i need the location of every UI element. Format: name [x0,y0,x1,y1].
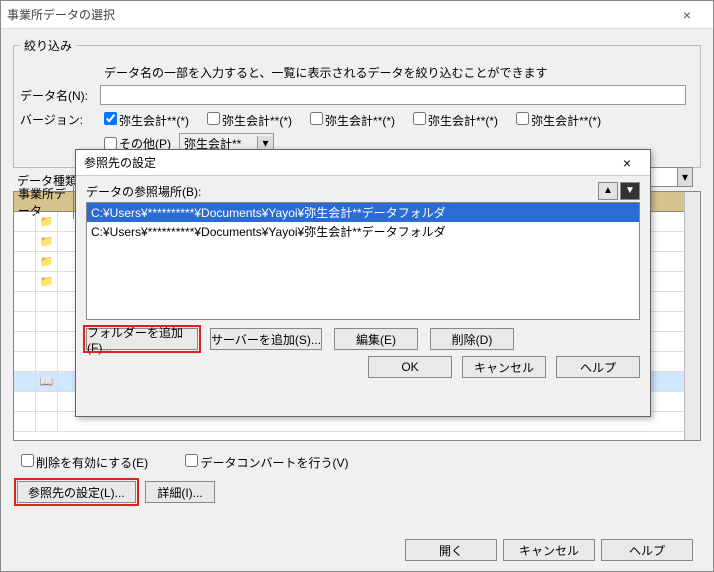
close-icon[interactable]: × [667,7,707,23]
folder-icon: 📁 [36,272,58,291]
folder-icon: 📁 [36,252,58,271]
move-up-button[interactable]: ▲ [598,182,618,200]
cancel-button[interactable]: キャンセル [503,539,595,561]
open-button[interactable]: 開く [405,539,497,561]
chevron-down-icon: ▾ [257,136,273,150]
help-button[interactable]: ヘルプ [601,539,693,561]
list-label: データの参照場所(B): [86,183,596,200]
data-name-input[interactable] [100,85,686,105]
ok-button[interactable]: OK [368,356,452,378]
add-folder-button[interactable]: フォルダーを追加(F)... [86,328,198,350]
version-cb-1[interactable] [104,112,117,125]
main-titlebar: 事業所データの選択 × [1,1,713,29]
detail-button[interactable]: 詳細(I)... [145,481,215,503]
folder-icon: 📁 [36,212,58,231]
delete-button[interactable]: 削除(D) [430,328,514,350]
main-window: 事業所データの選択 × 絞り込み データ名の一部を入力すると、一覧に表示されるデ… [0,0,714,572]
version-cb-3[interactable] [310,112,323,125]
move-down-button[interactable]: ▼ [620,182,640,200]
dialog-title: 参照先の設定 [84,154,612,171]
add-server-button[interactable]: サーバーを追加(S)... [210,328,322,350]
folder-icon: 📁 [36,232,58,251]
convert-checkbox[interactable]: データコンバートを行う(V) [181,456,348,470]
scrollbar[interactable] [684,192,700,440]
ref-settings-button[interactable]: 参照先の設定(L)... [17,481,136,503]
list-item[interactable]: C:¥Users¥**********¥Documents¥Yayoi¥弥生会計… [87,203,639,222]
book-icon: 📖 [36,372,58,391]
view-combo[interactable]: ▾ [648,167,693,187]
version-label: バージョン: [20,111,100,128]
ref-settings-dialog: 参照先の設定 × データの参照場所(B): ▲ ▼ C:¥Users¥*****… [75,149,651,417]
filter-hint: データ名の一部を入力すると、一覧に表示されるデータを絞り込むことができます [104,64,548,81]
version-cb-2[interactable] [207,112,220,125]
version-cb-5[interactable] [516,112,529,125]
filter-legend: 絞り込み [20,37,76,54]
data-name-label: データ名(N): [20,87,100,104]
dlg-help-button[interactable]: ヘルプ [556,356,640,378]
edit-button[interactable]: 編集(E) [334,328,418,350]
other-cb[interactable] [104,137,117,150]
dlg-cancel-button[interactable]: キャンセル [462,356,546,378]
list-item[interactable]: C:¥Users¥**********¥Documents¥Yayoi¥弥生会計… [87,222,639,241]
dialog-close-icon[interactable]: × [612,155,642,171]
version-cb-4[interactable] [413,112,426,125]
main-title: 事業所データの選択 [7,6,667,23]
path-list[interactable]: C:¥Users¥**********¥Documents¥Yayoi¥弥生会計… [86,202,640,320]
delete-enable-checkbox[interactable]: 削除を有効にする(E) [17,456,148,470]
